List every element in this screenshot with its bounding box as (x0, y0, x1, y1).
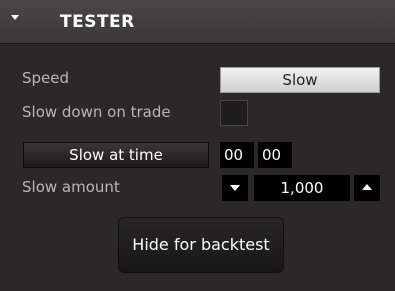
panel-header[interactable]: TESTER (0, 0, 395, 44)
speed-label: Speed (22, 69, 70, 87)
slow-on-trade-label: Slow down on trade (22, 103, 171, 121)
slow-at-time-button[interactable]: Slow at time (23, 142, 209, 168)
tester-panel: TESTER Speed Slow Slow down on trade Slo… (0, 0, 395, 291)
decrease-button[interactable] (222, 175, 248, 201)
collapse-triangle-icon[interactable] (11, 15, 19, 20)
minute-field[interactable]: 00 (258, 142, 292, 168)
slow-on-trade-checkbox[interactable] (220, 100, 248, 126)
slow-amount-label: Slow amount (22, 178, 120, 196)
triangle-down-icon (230, 185, 240, 191)
speed-button[interactable]: Slow (220, 67, 380, 93)
slow-amount-field[interactable]: 1,000 (254, 175, 350, 201)
panel-title: TESTER (60, 12, 135, 32)
hour-field[interactable]: 00 (220, 142, 254, 168)
hide-for-backtest-button[interactable]: Hide for backtest (118, 217, 284, 273)
increase-button[interactable] (354, 175, 380, 201)
triangle-up-icon (362, 184, 372, 190)
